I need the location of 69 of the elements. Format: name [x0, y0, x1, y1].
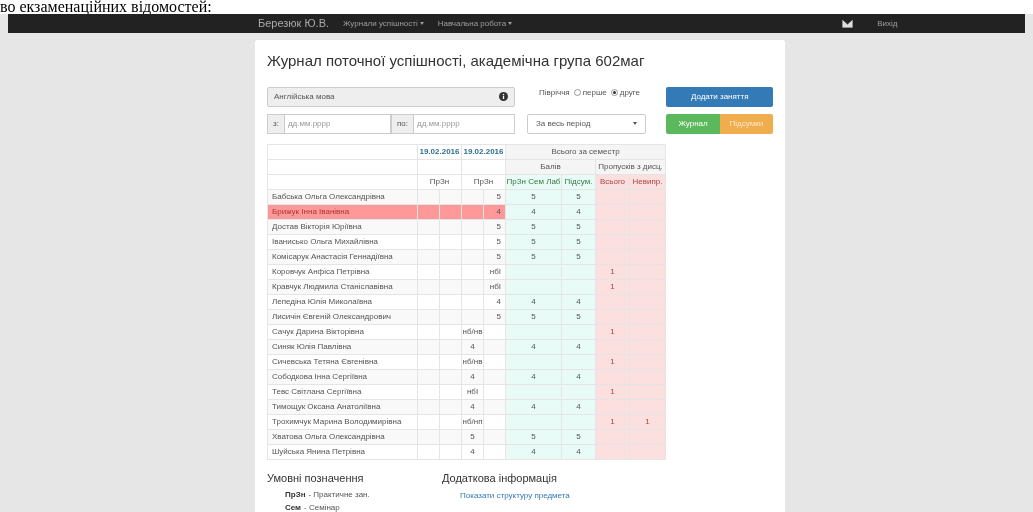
date-field[interactable]: дд.мм.рррр [284, 113, 391, 134]
student-name: Лепедіна Юлія Миколаївна [267, 294, 418, 309]
caret-icon [508, 22, 513, 25]
grade-text: нб/нп [462, 417, 483, 426]
semester-label: Півріччя [539, 86, 570, 99]
nav-menu[interactable]: Навчальна робота [437, 17, 513, 30]
date-label: з: [267, 113, 285, 134]
subject-field[interactable]: Англійська мова [267, 86, 515, 107]
grade-text: нб/нв [462, 357, 483, 366]
legend-text: - Семінар [304, 503, 340, 512]
student-name: Бабська Ольга Олександрівна [267, 189, 418, 204]
structure-link[interactable]: Показати структуру предмета [460, 490, 570, 502]
student-name: Синяк Юлія Павлівна [267, 339, 418, 354]
add-lesson-button[interactable]: Додати заняття [666, 86, 773, 107]
student-name: Брижук Інна Іванівна [267, 204, 418, 219]
period-select[interactable]: За весь період [527, 113, 647, 134]
grade-text: нб/нв [462, 327, 483, 336]
student-name: Сичевська Тетяна Євгенівна [267, 354, 418, 369]
grade-text: 5 [496, 192, 501, 201]
lesson-type-header: ПрЗн [417, 174, 462, 189]
page-title: Журнал поточної успішності, академічна група 602маг [267, 51, 646, 71]
student-name: Достав Вікторія Юріївна [267, 219, 418, 234]
student-name: Іванисько Ольга Михайлівна [267, 234, 418, 249]
lesson-type-header: ПрЗн [461, 174, 506, 189]
extra-info-title: Додаткова інформація [442, 470, 558, 486]
grade-text: 4 [470, 372, 475, 381]
student-name: Кравчук Людмила Станіславівна [267, 279, 418, 294]
date-label: по: [391, 113, 414, 134]
nav-menu[interactable]: Журнали успішності [343, 17, 424, 30]
summary-header: Всього за семестр [505, 144, 666, 159]
grade-text: 4 [496, 297, 501, 306]
document-caption: во екзаменаційних відомостей: [0, 0, 212, 14]
info-icon[interactable] [499, 92, 508, 101]
student-name: Сачук Дарина Вікторівна [267, 324, 418, 339]
brand-link[interactable]: Березюк Ю.В. [258, 15, 330, 32]
grade-text: 5 [496, 312, 501, 321]
semester-radio[interactable]: перше [573, 86, 607, 99]
grade-text: нбІ [489, 282, 501, 291]
logout-link[interactable]: Вихід [877, 17, 898, 30]
grade-text: нбІ [466, 387, 479, 396]
grade-text: 4 [470, 402, 475, 411]
date-header: 19.02.2016 [417, 144, 462, 159]
grade-text: 4 [496, 207, 501, 216]
student-name: Тимощук Оксана Анатоліївна [267, 399, 418, 414]
legend-title: Умовні позначення [267, 470, 365, 486]
student-name: Коровчук Анфіса Петрівна [267, 264, 418, 279]
semester-radio[interactable]: друге [610, 86, 640, 99]
grade-text: 5 [470, 432, 475, 441]
grade-text: 4 [470, 342, 475, 351]
student-name: Хватова Ольга Олександрівна [267, 429, 418, 444]
mail-icon[interactable] [842, 19, 854, 28]
student-name: Сободкова Інна Сергіївна [267, 369, 418, 384]
legend-text: - Практичне зан. [308, 490, 370, 499]
student-name: Трохимчук Марина Володимирівна [267, 414, 418, 429]
grade-text: 5 [496, 237, 501, 246]
student-name: Комісарук Анастасія Геннадіївна [267, 249, 418, 264]
student-name: Шуйська Янина Петрівна [267, 444, 418, 459]
student-name: Лисичін Євгеній Олександрович [267, 309, 418, 324]
date-header: 19.02.2016 [461, 144, 506, 159]
legend-abbr: Сем [285, 503, 302, 512]
grade-text: нбІ [489, 267, 501, 276]
grade-text: 4 [470, 447, 475, 456]
grade-text: 5 [496, 252, 501, 261]
caret-icon [419, 22, 424, 25]
student-name: Тевс Світлана Сергіївна [267, 384, 418, 399]
legend-abbr: ПрЗн [285, 490, 306, 499]
grade-text: 5 [496, 222, 501, 231]
caret-icon [633, 122, 638, 125]
date-field[interactable]: дд.мм.рррр [414, 113, 515, 134]
